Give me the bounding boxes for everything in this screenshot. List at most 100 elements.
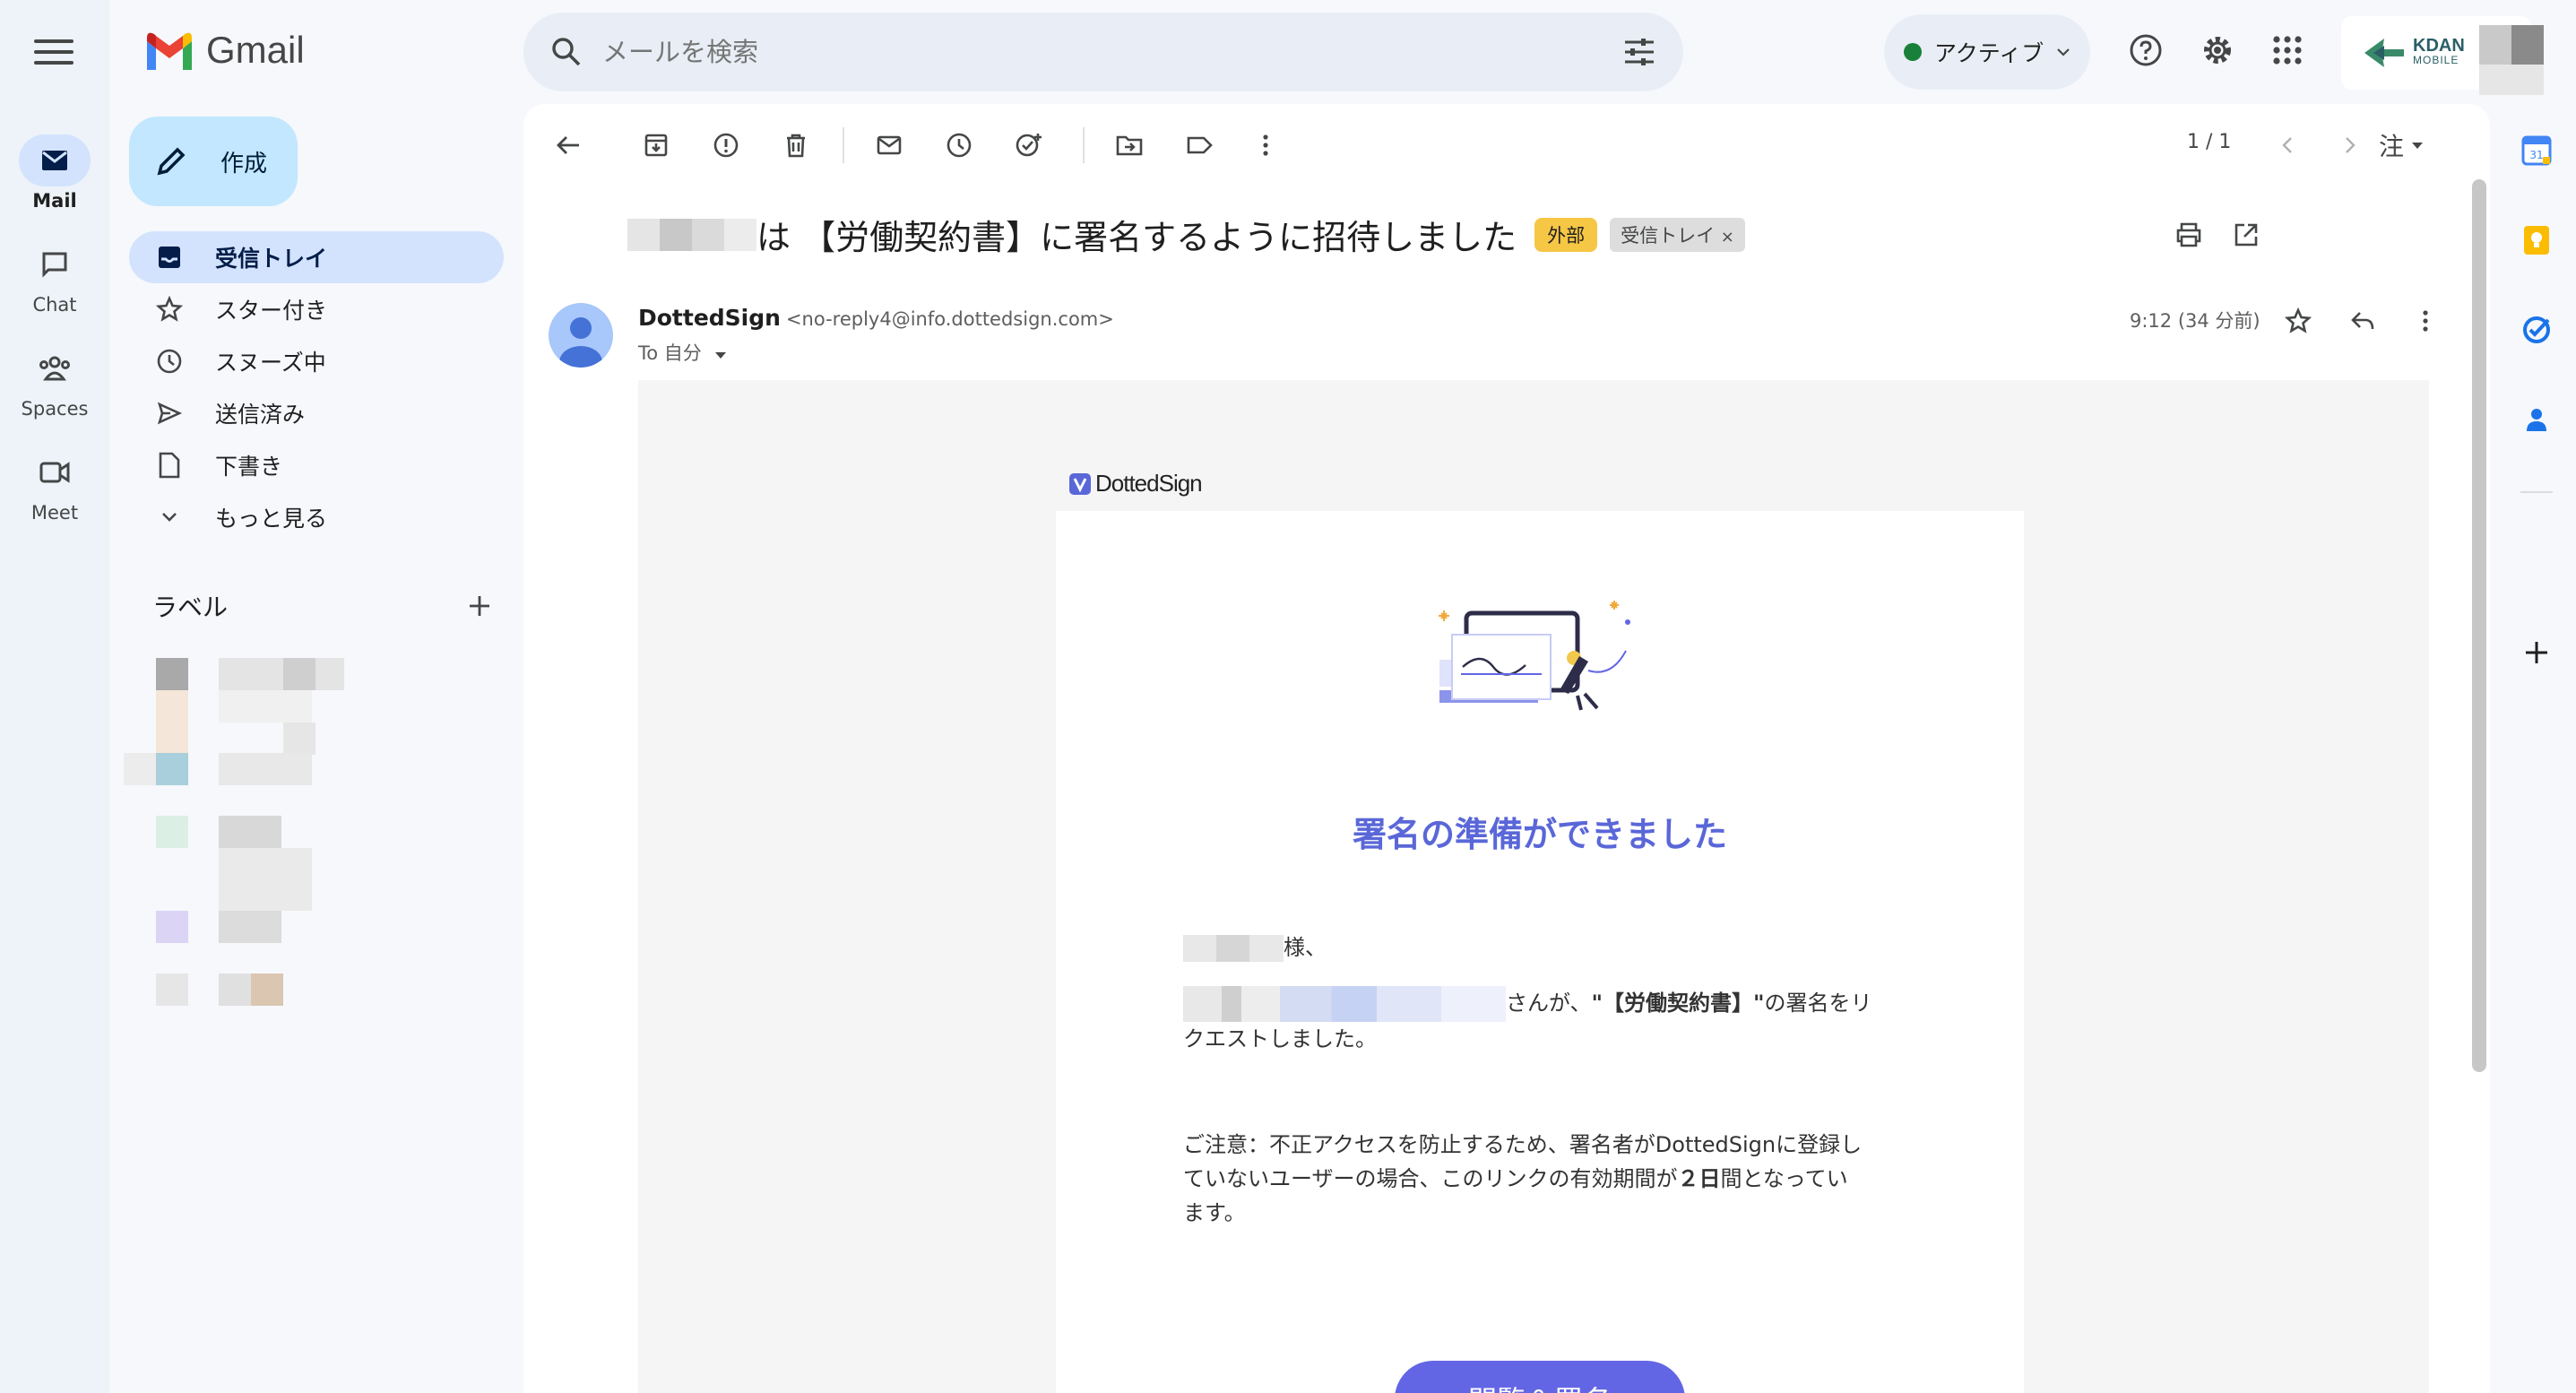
meet-icon <box>39 462 70 483</box>
star-icon[interactable] <box>2278 301 2318 341</box>
settings-gear-icon[interactable] <box>2198 30 2237 70</box>
nav-item-drafts[interactable]: 下書き <box>129 439 504 491</box>
mail-icon <box>42 151 67 170</box>
nav-label-snoozed: スヌーズ中 <box>215 350 326 376</box>
side-panel: 31 <box>2497 104 2576 1393</box>
search-icon[interactable] <box>550 36 583 68</box>
spaces-icon <box>39 356 70 381</box>
add-addon-icon[interactable] <box>2517 633 2556 672</box>
input-tools-selector[interactable]: 注 <box>2379 127 2424 163</box>
message-view: 1 / 1 注 は 【労働契約書】に署名するように招待しました 外部 受信トレイ… <box>523 104 2490 1393</box>
report-spam-icon[interactable] <box>706 125 746 165</box>
more-vert-icon[interactable] <box>1246 125 1285 165</box>
back-arrow-icon[interactable] <box>549 125 588 165</box>
contacts-icon[interactable] <box>2517 400 2556 439</box>
svg-text:31: 31 <box>2529 149 2543 161</box>
gmail-m-icon <box>147 32 192 70</box>
add-label-icon[interactable] <box>466 593 493 619</box>
rail-item-meet[interactable]: Meet <box>0 446 109 523</box>
email-body: DottedSign 署名の準備ができました 様、 さんが、"【労働契約書】"の… <box>638 380 2429 1393</box>
redacted-requester-name <box>1183 986 1506 1022</box>
nav-item-starred[interactable]: スター付き <box>129 283 504 335</box>
compose-button[interactable]: 作成 <box>129 117 298 206</box>
remove-tag-icon[interactable]: × <box>1721 228 1734 247</box>
tasks-icon[interactable] <box>2517 310 2556 350</box>
archive-icon[interactable] <box>636 125 676 165</box>
account-logo-text: KDAN MOBILE <box>2413 36 2465 66</box>
rail-item-spaces[interactable]: Spaces <box>0 342 109 420</box>
clock-icon <box>157 349 182 374</box>
folder-nav: 受信トレイ スター付き スヌーズ中 送信済み 下書き もっと見る <box>129 231 504 543</box>
status-selector[interactable]: アクティブ <box>1884 14 2090 90</box>
redacted-recipient-name <box>1183 935 1284 962</box>
request-message: さんが、"【労働契約書】"の署名をリ クエストしました。 <box>1183 986 1900 1056</box>
sender-avatar[interactable] <box>549 303 613 368</box>
older-chevron-icon[interactable] <box>2330 125 2370 165</box>
greeting: 様、 <box>1183 930 1900 965</box>
print-icon[interactable] <box>2169 215 2209 255</box>
search-options-icon[interactable] <box>1622 37 1656 67</box>
redacted-sender-name <box>627 218 756 251</box>
recipient-line[interactable]: To 自分 <box>638 339 727 366</box>
reply-icon[interactable] <box>2343 301 2382 341</box>
caret-down-icon <box>2412 143 2424 149</box>
pencil-icon <box>157 147 186 176</box>
rail-label-mail: Mail <box>32 190 77 212</box>
notice-message: ご注意：不正アクセスを防止するため、署名者がDottedSignに登録し ていな… <box>1183 1132 1863 1225</box>
nav-label-sent: 送信済み <box>215 402 306 428</box>
scrollbar[interactable] <box>2472 179 2486 1072</box>
sender-name[interactable]: DottedSign <box>638 305 781 331</box>
nav-label-drafts: 下書き <box>215 454 283 480</box>
nav-item-snoozed[interactable]: スヌーズ中 <box>129 335 504 387</box>
message-time: 9:12 (34 分前) <box>2130 310 2260 332</box>
sender-address: <no-reply4@info.dottedsign.com> <box>785 308 1114 330</box>
inbox-icon <box>159 247 180 268</box>
inbox-tag[interactable]: 受信トレイ × <box>1610 217 1745 252</box>
sender-line: DottedSign <no-reply4@info.dottedsign.com… <box>638 305 1114 331</box>
mark-unread-icon[interactable] <box>869 125 909 165</box>
nav-label-more: もっと見る <box>215 506 328 532</box>
side-divider <box>2520 491 2553 493</box>
apps-grid-icon[interactable] <box>2268 30 2307 70</box>
rail-item-mail[interactable]: Mail <box>0 134 109 212</box>
email-subject-row: は 【労働契約書】に署名するように招待しました 外部 受信トレイ × <box>627 210 1745 259</box>
status-label: アクティブ <box>1934 40 2044 66</box>
compose-label: 作成 <box>220 150 268 177</box>
move-to-icon[interactable] <box>1110 125 1149 165</box>
caret-down-icon[interactable] <box>714 350 727 359</box>
signature-illustration <box>1439 601 1630 711</box>
search-bar[interactable] <box>523 13 1683 91</box>
send-icon <box>157 402 183 425</box>
nav-item-sent[interactable]: 送信済み <box>129 387 504 439</box>
view-and-sign-button[interactable]: 閲覧＆署名 <box>1395 1361 1685 1393</box>
active-status-dot <box>1904 43 1922 61</box>
input-tools-label: 注 <box>2379 132 2405 161</box>
keep-icon[interactable] <box>2517 221 2556 260</box>
message-more-icon[interactable] <box>2406 301 2445 341</box>
rail-label-spaces: Spaces <box>21 398 89 420</box>
app-name: Gmail <box>206 29 305 71</box>
help-icon[interactable] <box>2126 30 2165 70</box>
calendar-icon[interactable]: 31 <box>2517 131 2556 170</box>
dottedsign-logo: DottedSign <box>1068 470 1203 497</box>
labels-header: ラベル <box>152 588 493 624</box>
gmail-logo[interactable]: Gmail <box>143 29 305 72</box>
label-icon[interactable] <box>1180 125 1219 165</box>
rail-label-meet: Meet <box>30 502 79 523</box>
search-input[interactable] <box>602 37 1622 67</box>
message-count: 1 / 1 <box>2187 131 2232 153</box>
nav-item-inbox[interactable]: 受信トレイ <box>129 231 504 283</box>
snooze-icon[interactable] <box>939 125 979 165</box>
newer-chevron-icon[interactable] <box>2268 125 2307 165</box>
chevron-down-icon <box>162 513 177 522</box>
redacted-avatar[interactable] <box>2479 25 2511 65</box>
delete-icon[interactable] <box>776 125 816 165</box>
open-in-new-window-icon[interactable] <box>2226 215 2266 255</box>
chat-icon <box>42 252 67 278</box>
nav-label-starred: スター付き <box>215 298 328 324</box>
main-menu-icon[interactable] <box>34 34 73 70</box>
dottedsign-mark-icon <box>1069 472 1091 495</box>
add-task-icon[interactable] <box>1009 125 1049 165</box>
nav-item-more[interactable]: もっと見る <box>129 491 504 543</box>
rail-item-chat[interactable]: Chat <box>0 238 109 316</box>
